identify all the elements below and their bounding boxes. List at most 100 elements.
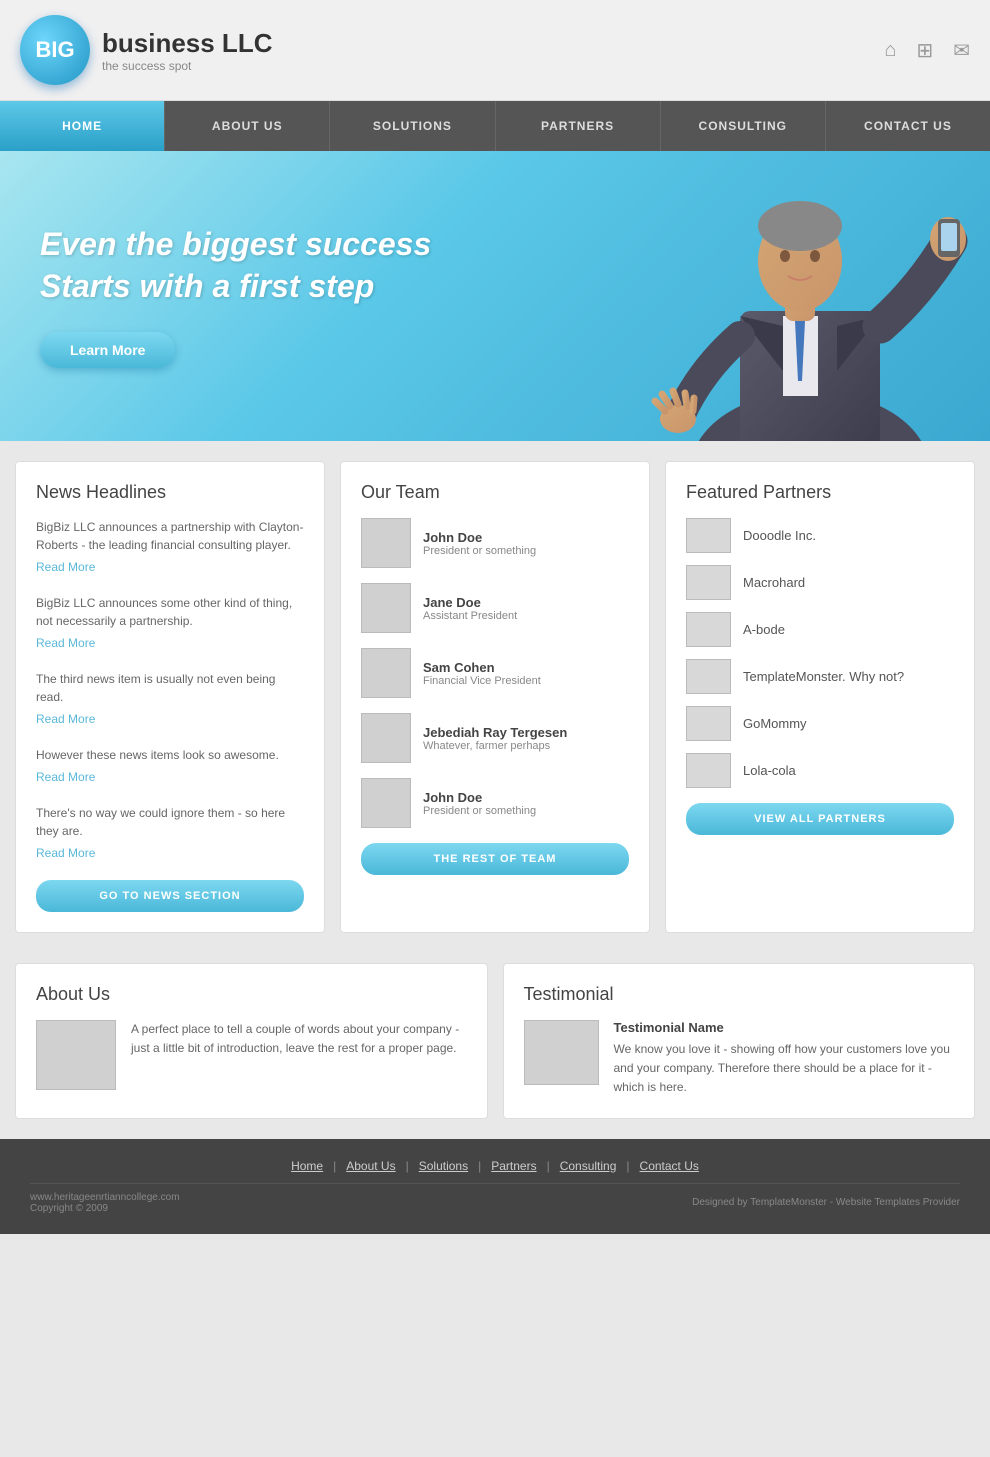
partner-name-2: Macrohard bbox=[743, 575, 805, 590]
partner-item-5: GoMommy bbox=[686, 706, 954, 741]
partner-logo-4 bbox=[686, 659, 731, 694]
testimonial-content: Testimonial Name We know you love it - s… bbox=[614, 1020, 955, 1098]
footer-sep-2: | bbox=[406, 1159, 409, 1173]
logo-icon: BIG bbox=[20, 15, 90, 85]
news-text-4: However these news items look so awesome… bbox=[36, 746, 304, 764]
testimonial-text: We know you love it - showing off how yo… bbox=[614, 1040, 955, 1098]
team-photo-5 bbox=[361, 778, 411, 828]
partner-name-1: Dooodle Inc. bbox=[743, 528, 816, 543]
news-item-2: BigBiz LLC announces some other kind of … bbox=[36, 594, 304, 652]
team-info-2: Jane Doe Assistant President bbox=[423, 595, 517, 622]
team-title-1: President or something bbox=[423, 545, 536, 557]
about-title: About Us bbox=[36, 984, 467, 1005]
news-title: News Headlines bbox=[36, 482, 304, 503]
team-member-1: John Doe President or something bbox=[361, 518, 629, 568]
partner-name-3: A-bode bbox=[743, 622, 785, 637]
team-member-4: Jebediah Ray Tergesen Whatever, farmer p… bbox=[361, 713, 629, 763]
testimonial-inner: Testimonial Name We know you love it - s… bbox=[524, 1020, 955, 1098]
hero-headline: Even the biggest success Starts with a f… bbox=[40, 224, 431, 307]
team-info-3: Sam Cohen Financial Vice President bbox=[423, 660, 541, 687]
team-name-5: John Doe bbox=[423, 790, 536, 805]
nav-item-contact[interactable]: CONTACT US bbox=[826, 101, 990, 151]
footer-link-about[interactable]: About Us bbox=[346, 1159, 395, 1173]
news-read-more-2[interactable]: Read More bbox=[36, 636, 95, 650]
team-member-5: John Doe President or something bbox=[361, 778, 629, 828]
two-column-section: About Us A perfect place to tell a coupl… bbox=[0, 953, 990, 1139]
rest-of-team-button[interactable]: THE REST OF TEAM bbox=[361, 843, 629, 875]
team-title-4: Whatever, farmer perhaps bbox=[423, 740, 567, 752]
main-nav: HOME ABOUT US SOLUTIONS PARTNERS CONSULT… bbox=[0, 101, 990, 151]
footer-link-partners[interactable]: Partners bbox=[491, 1159, 536, 1173]
tagline: the success spot bbox=[102, 59, 272, 73]
news-read-more-3[interactable]: Read More bbox=[36, 712, 95, 726]
news-card: News Headlines BigBiz LLC announces a pa… bbox=[15, 461, 325, 933]
team-title-2: Assistant President bbox=[423, 610, 517, 622]
logo-text: business LLC the success spot bbox=[102, 28, 272, 73]
news-text-3: The third news item is usually not even … bbox=[36, 670, 304, 706]
testimonial-photo bbox=[524, 1020, 599, 1085]
footer-credit: Designed by TemplateMonster - Website Te… bbox=[692, 1197, 960, 1208]
team-title: Our Team bbox=[361, 482, 629, 503]
site-header: BIG business LLC the success spot ⌂ ⊞ ✉ bbox=[0, 0, 990, 101]
footer-link-contact[interactable]: Contact Us bbox=[640, 1159, 699, 1173]
testimonial-title: Testimonial bbox=[524, 984, 955, 1005]
hero-banner: Even the biggest success Starts with a f… bbox=[0, 151, 990, 441]
partner-name-4: TemplateMonster. Why not? bbox=[743, 669, 904, 684]
team-name-4: Jebediah Ray Tergesen bbox=[423, 725, 567, 740]
partners-card: Featured Partners Dooodle Inc. Macrohard… bbox=[665, 461, 975, 933]
news-text-2: BigBiz LLC announces some other kind of … bbox=[36, 594, 304, 630]
partner-logo-6 bbox=[686, 753, 731, 788]
footer-sep-4: | bbox=[547, 1159, 550, 1173]
partner-logo-5 bbox=[686, 706, 731, 741]
team-photo-4 bbox=[361, 713, 411, 763]
view-all-partners-button[interactable]: VIEW ALL PARTNERS bbox=[686, 803, 954, 835]
footer-nav: Home | About Us | Solutions | Partners |… bbox=[30, 1159, 960, 1173]
about-photo bbox=[36, 1020, 116, 1090]
footer-link-solutions[interactable]: Solutions bbox=[419, 1159, 468, 1173]
news-item-5: There's no way we could ignore them - so… bbox=[36, 804, 304, 862]
testimonial-name: Testimonial Name bbox=[614, 1020, 955, 1035]
nav-item-solutions[interactable]: SOLUTIONS bbox=[330, 101, 495, 151]
three-column-section: News Headlines BigBiz LLC announces a pa… bbox=[0, 441, 990, 953]
sitemap-icon[interactable]: ⊞ bbox=[916, 38, 933, 63]
about-text: A perfect place to tell a couple of word… bbox=[131, 1020, 467, 1090]
footer-copyright: www.heritageenrtianncollege.comCopyright… bbox=[30, 1192, 180, 1214]
footer-sep-3: | bbox=[478, 1159, 481, 1173]
nav-item-about[interactable]: ABOUT US bbox=[165, 101, 330, 151]
team-name-3: Sam Cohen bbox=[423, 660, 541, 675]
footer-sep-1: | bbox=[333, 1159, 336, 1173]
partner-item-2: Macrohard bbox=[686, 565, 954, 600]
home-icon[interactable]: ⌂ bbox=[884, 39, 896, 62]
partner-item-4: TemplateMonster. Why not? bbox=[686, 659, 954, 694]
news-read-more-5[interactable]: Read More bbox=[36, 846, 95, 860]
nav-item-partners[interactable]: PARTNERS bbox=[496, 101, 661, 151]
partner-name-5: GoMommy bbox=[743, 716, 807, 731]
about-inner: A perfect place to tell a couple of word… bbox=[36, 1020, 467, 1090]
email-icon[interactable]: ✉ bbox=[953, 38, 970, 63]
partners-title: Featured Partners bbox=[686, 482, 954, 503]
go-to-news-button[interactable]: GO TO NEWS SECTION bbox=[36, 880, 304, 912]
team-member-2: Jane Doe Assistant President bbox=[361, 583, 629, 633]
site-footer: Home | About Us | Solutions | Partners |… bbox=[0, 1139, 990, 1234]
header-icon-group: ⌂ ⊞ ✉ bbox=[884, 38, 970, 63]
team-card: Our Team John Doe President or something… bbox=[340, 461, 650, 933]
footer-sep-5: | bbox=[626, 1159, 629, 1173]
partner-logo-3 bbox=[686, 612, 731, 647]
footer-link-home[interactable]: Home bbox=[291, 1159, 323, 1173]
team-name-2: Jane Doe bbox=[423, 595, 517, 610]
learn-more-button[interactable]: Learn More bbox=[40, 332, 175, 368]
team-title-3: Financial Vice President bbox=[423, 675, 541, 687]
footer-link-consulting[interactable]: Consulting bbox=[560, 1159, 617, 1173]
team-photo-1 bbox=[361, 518, 411, 568]
news-read-more-1[interactable]: Read More bbox=[36, 560, 95, 574]
nav-item-home[interactable]: HOME bbox=[0, 101, 165, 151]
news-text-1: BigBiz LLC announces a partnership with … bbox=[36, 518, 304, 554]
team-member-3: Sam Cohen Financial Vice President bbox=[361, 648, 629, 698]
team-info-4: Jebediah Ray Tergesen Whatever, farmer p… bbox=[423, 725, 567, 752]
news-item-4: However these news items look so awesome… bbox=[36, 746, 304, 786]
partner-name-6: Lola-cola bbox=[743, 763, 796, 778]
team-title-5: President or something bbox=[423, 805, 536, 817]
news-text-5: There's no way we could ignore them - so… bbox=[36, 804, 304, 840]
news-read-more-4[interactable]: Read More bbox=[36, 770, 95, 784]
nav-item-consulting[interactable]: CONSULTING bbox=[661, 101, 826, 151]
